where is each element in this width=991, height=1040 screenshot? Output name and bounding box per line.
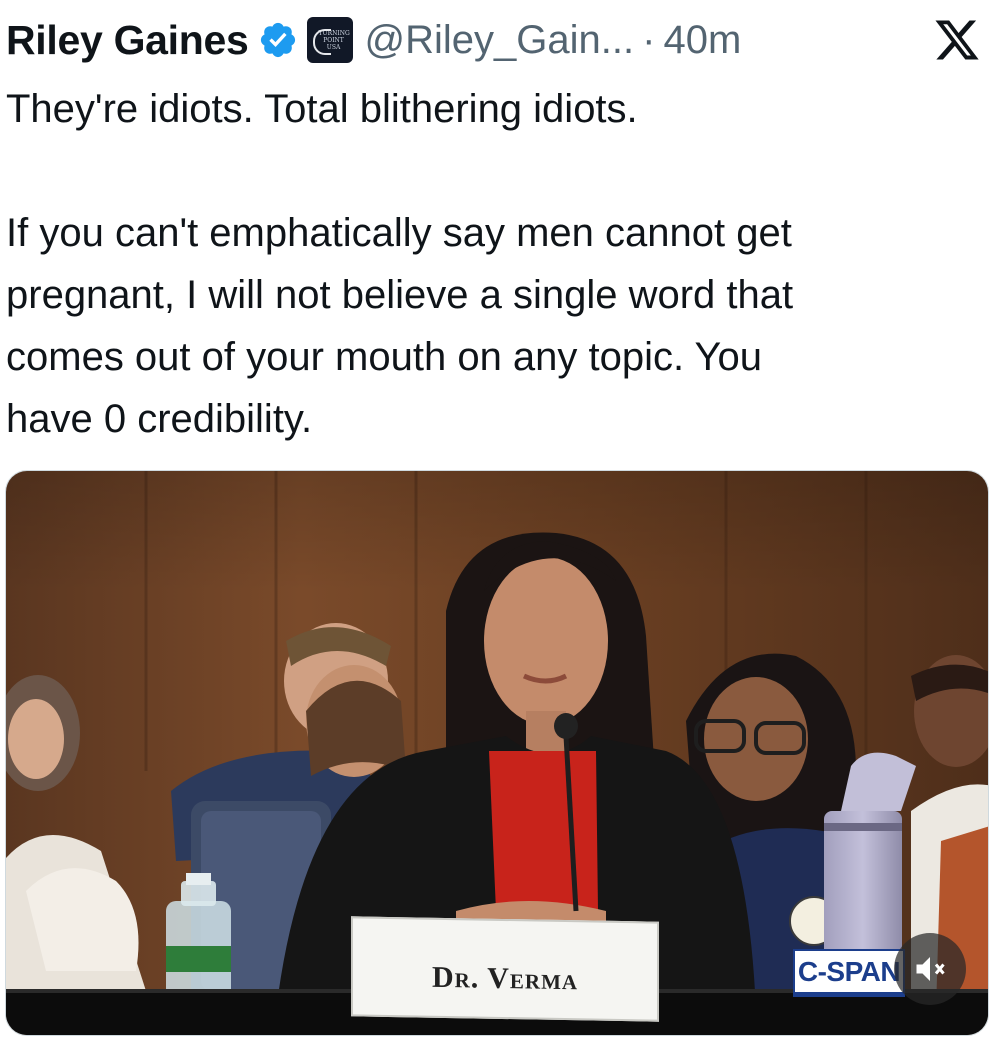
nameplate: Dr. Verma — [351, 916, 659, 1022]
tweet-text-line: pregnant, I will not believe a single wo… — [6, 273, 794, 317]
tweet-text-line: They're idiots. Total blithering idiots. — [6, 87, 638, 131]
cspan-logo-text: C-SPAN — [797, 955, 901, 987]
affiliate-badge[interactable]: TURNING POINT USA — [306, 17, 353, 63]
tweet-header: Riley Gaines TURNING POINT USA @Riley_Ga… — [6, 12, 981, 68]
tweet-body: They're idiots. Total blithering idiots.… — [6, 78, 981, 450]
mute-button[interactable] — [894, 933, 966, 1005]
cspan-logo: C-SPAN — [793, 949, 905, 997]
x-logo-icon[interactable] — [932, 16, 982, 64]
author-handle[interactable]: @Riley_Gain... — [365, 18, 635, 63]
tweet-text-blank-line — [6, 140, 981, 202]
affiliate-arc-icon — [312, 29, 331, 55]
separator-dot: · — [642, 17, 656, 62]
tweet-timestamp[interactable]: 40m — [663, 18, 741, 63]
tweet-text-line: If you can't emphatically say men cannot… — [6, 211, 792, 255]
verified-badge-icon — [260, 22, 295, 58]
author-name[interactable]: Riley Gaines — [6, 17, 249, 64]
nameplate-text: Dr. Verma — [431, 960, 579, 997]
tweet-text-line: comes out of your mouth on any topic. Yo… — [6, 335, 763, 379]
muted-speaker-icon — [916, 957, 945, 981]
tweet-text-line: have 0 credibility. — [6, 397, 313, 441]
tweet-video[interactable]: Dr. Verma C-SPAN — [5, 470, 989, 1036]
